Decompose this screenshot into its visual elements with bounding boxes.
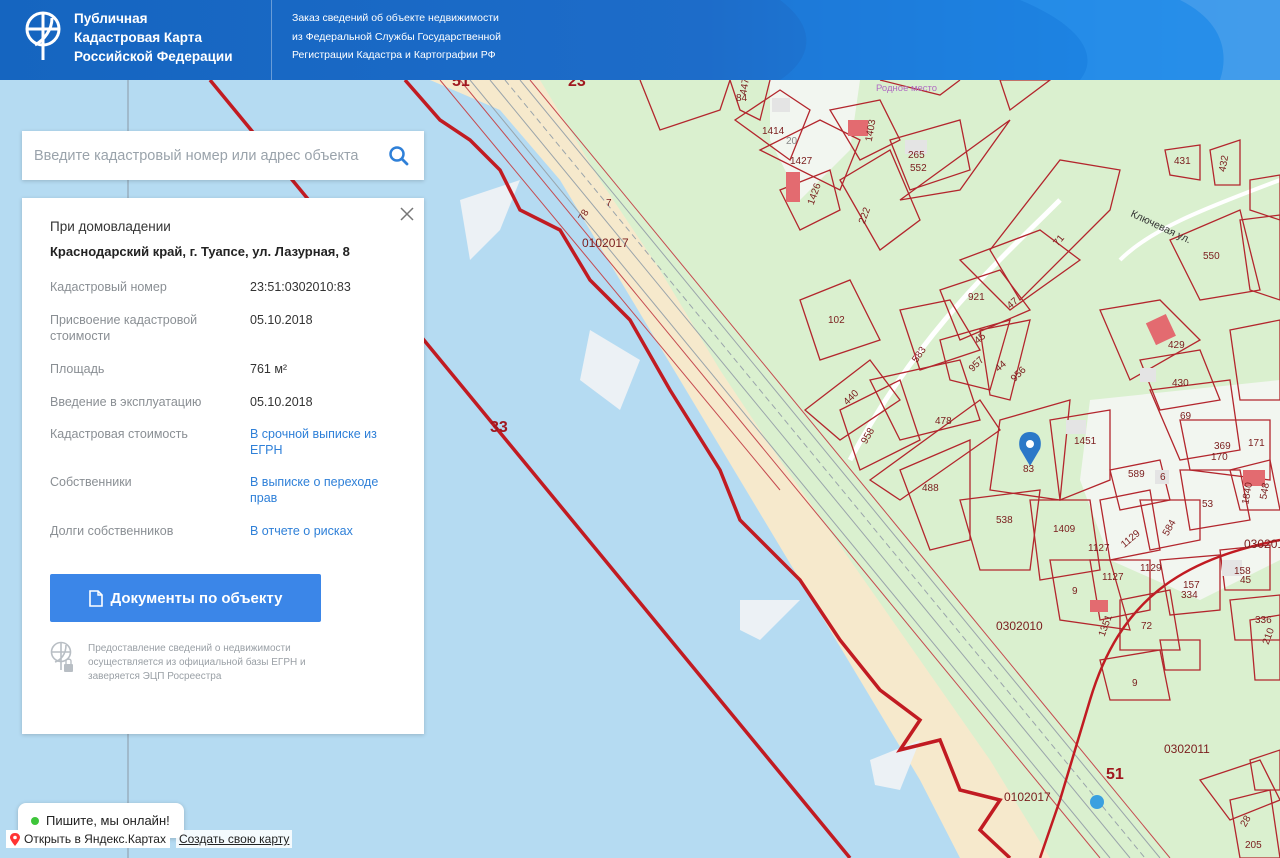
order-line: Регистрации Кадастра и Картографии РФ bbox=[292, 49, 496, 61]
debts-link[interactable]: В отчете о рисках bbox=[250, 523, 400, 539]
svg-text:1409: 1409 bbox=[1053, 524, 1076, 535]
info-key: Введение в эксплуатацию bbox=[50, 395, 202, 409]
map-pin-icon bbox=[10, 833, 20, 846]
egrn-logo-icon bbox=[50, 641, 73, 672]
svg-text:265: 265 bbox=[908, 150, 925, 161]
cadastral-number: 23:51:0302010:83 bbox=[250, 280, 351, 294]
svg-text:205: 205 bbox=[1245, 840, 1262, 851]
create-map-link[interactable]: Создать свою карту bbox=[175, 830, 293, 848]
egrn-note-text: Предоставление сведений о недвижимости о… bbox=[88, 643, 306, 682]
search-bar bbox=[22, 131, 424, 180]
svg-text:1127: 1127 bbox=[1088, 543, 1110, 554]
svg-text:9: 9 bbox=[1132, 678, 1138, 689]
cadastral-value-link[interactable]: В срочной выписке из ЕГРН bbox=[250, 426, 400, 458]
svg-text:9: 9 bbox=[1072, 586, 1078, 597]
svg-text:51: 51 bbox=[1106, 766, 1124, 783]
svg-text:921: 921 bbox=[968, 292, 985, 303]
svg-text:550: 550 bbox=[1203, 251, 1220, 262]
search-icon[interactable] bbox=[388, 145, 410, 167]
svg-text:Родное место: Родное место bbox=[876, 83, 937, 94]
info-key: Площадь bbox=[50, 362, 105, 376]
online-status-dot bbox=[31, 817, 39, 825]
svg-text:1127: 1127 bbox=[1102, 572, 1124, 583]
svg-text:0302011: 0302011 bbox=[1164, 742, 1210, 756]
svg-text:0102017: 0102017 bbox=[582, 236, 629, 250]
object-type: При домовладении bbox=[50, 219, 171, 234]
info-key: Долги собственников bbox=[50, 524, 174, 538]
info-key: Кадастровый номер bbox=[50, 280, 167, 294]
svg-text:45: 45 bbox=[1240, 575, 1252, 586]
svg-text:7: 7 bbox=[606, 198, 612, 209]
search-input[interactable] bbox=[22, 131, 372, 180]
order-info[interactable]: Заказ сведений об объекте недвижимости и… bbox=[292, 9, 501, 65]
order-line: Заказ сведений об объекте недвижимости bbox=[292, 12, 499, 24]
object-address: Краснодарский край, г. Туапсе, ул. Лазур… bbox=[50, 244, 350, 259]
app-header: Публичная Кадастровая Карта Российской Ф… bbox=[0, 0, 1280, 80]
info-key: Присвоение кадастровой стоимости bbox=[50, 313, 198, 343]
info-value: 05.10.2018 bbox=[250, 313, 313, 327]
svg-text:102: 102 bbox=[828, 315, 845, 326]
brand-line: Российской Федерации bbox=[74, 49, 233, 64]
svg-text:72: 72 bbox=[1141, 621, 1153, 632]
svg-text:488: 488 bbox=[922, 483, 939, 494]
svg-text:538: 538 bbox=[996, 515, 1013, 526]
svg-text:430: 430 bbox=[1172, 378, 1189, 389]
brand-title: Публичная Кадастровая Карта Российской Ф… bbox=[74, 9, 233, 66]
svg-text:369: 369 bbox=[1214, 441, 1231, 452]
info-value: 05.10.2018 bbox=[250, 395, 313, 409]
svg-text:69: 69 bbox=[1180, 411, 1192, 422]
info-key: Собственники bbox=[50, 475, 132, 489]
svg-text:0302010: 0302010 bbox=[996, 619, 1043, 633]
brand-line: Кадастровая Карта bbox=[74, 30, 202, 45]
svg-text:0302010: 0302010 bbox=[1244, 537, 1280, 551]
open-in-yandex-link[interactable]: Открыть в Яндекс.Картах bbox=[6, 830, 170, 848]
svg-text:23: 23 bbox=[568, 80, 586, 90]
svg-text:589: 589 bbox=[1128, 469, 1145, 480]
svg-text:20: 20 bbox=[786, 136, 798, 147]
svg-text:6: 6 bbox=[1160, 472, 1166, 483]
svg-text:431: 431 bbox=[1174, 156, 1191, 167]
object-info-panel: При домовладении Краснодарский край, г. … bbox=[22, 198, 424, 734]
cadastre-logo-icon bbox=[25, 11, 61, 60]
document-icon bbox=[88, 589, 103, 607]
svg-text:0102017: 0102017 bbox=[1004, 790, 1051, 804]
svg-text:33: 33 bbox=[490, 419, 508, 436]
documents-button[interactable]: Документы по объекту bbox=[50, 574, 321, 622]
chat-label: Пишите, мы онлайн! bbox=[46, 813, 170, 828]
svg-text:170: 170 bbox=[1211, 452, 1228, 463]
svg-text:83: 83 bbox=[1023, 464, 1035, 475]
order-line: из Федеральной Службы Государственной bbox=[292, 30, 501, 43]
open-in-yandex-label: Открыть в Яндекс.Картах bbox=[24, 832, 166, 846]
close-icon[interactable] bbox=[400, 207, 414, 221]
header-wave-decoration bbox=[780, 0, 1280, 80]
svg-text:171: 171 bbox=[1248, 438, 1265, 449]
svg-text:1414: 1414 bbox=[762, 126, 785, 137]
yandex-controls: Открыть в Яндекс.Картах Создать свою кар… bbox=[6, 830, 293, 848]
svg-text:334: 334 bbox=[1181, 590, 1198, 601]
svg-text:1129: 1129 bbox=[1140, 563, 1162, 574]
svg-text:1427: 1427 bbox=[790, 156, 813, 167]
svg-text:53: 53 bbox=[1202, 499, 1214, 510]
svg-text:429: 429 bbox=[1168, 340, 1185, 351]
svg-text:552: 552 bbox=[910, 163, 927, 174]
header-divider bbox=[271, 0, 272, 80]
svg-text:51: 51 bbox=[452, 80, 470, 90]
svg-text:1451: 1451 bbox=[1074, 436, 1097, 447]
info-key: Кадастровая стоимость bbox=[50, 427, 188, 441]
brand-line: Публичная bbox=[74, 11, 148, 26]
svg-text:478: 478 bbox=[935, 416, 952, 427]
documents-button-label: Документы по объекту bbox=[110, 589, 283, 607]
owners-link[interactable]: В выписке о переходе прав bbox=[250, 474, 400, 506]
poi-icon[interactable] bbox=[1090, 795, 1104, 809]
svg-text:336: 336 bbox=[1255, 615, 1272, 626]
egrn-note: Предоставление сведений о недвижимости о… bbox=[50, 640, 350, 682]
area-value: 761 м² bbox=[250, 362, 288, 376]
